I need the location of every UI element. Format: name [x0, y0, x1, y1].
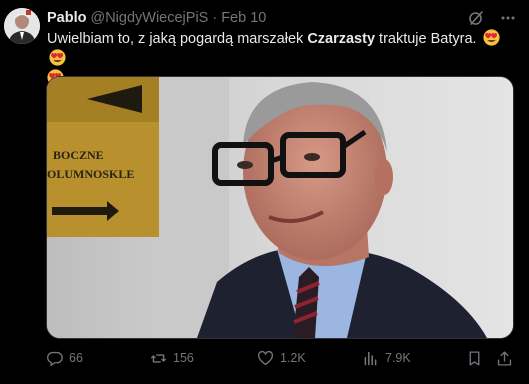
photo-of-man-in-glasses: BOCZNE OLUMNOSKLE [47, 77, 513, 338]
share-button[interactable] [496, 348, 513, 368]
bookmark-button[interactable] [466, 348, 483, 368]
sign-text-line1: BOCZNE [53, 148, 104, 162]
tweet-text-part: traktuje Batyra. [375, 31, 477, 47]
heart-icon [257, 350, 274, 365]
tweet-text-bold: Czarzasty [307, 31, 376, 47]
heart-eyes-emoji-icon [49, 49, 66, 66]
more-options-icon[interactable] [499, 9, 517, 27]
post-date[interactable]: Feb 10 [221, 10, 266, 26]
action-bar: 66 156 1.2K 7.9K [46, 348, 516, 368]
grok-icon[interactable] [467, 9, 485, 27]
reply-button[interactable]: 66 [46, 348, 83, 368]
share-icon [497, 350, 512, 366]
repost-count: 156 [173, 351, 194, 365]
sign-text-line2: OLUMNOSKLE [47, 167, 134, 181]
tweet: Pablo @NigdyWiecejPiS · Feb 10 Uwielbiam… [0, 0, 529, 384]
heart-eyes-emoji-icon [483, 29, 500, 46]
reply-count: 66 [69, 351, 83, 365]
top-actions [467, 9, 517, 27]
analytics-icon [364, 351, 377, 365]
repost-icon [151, 353, 166, 363]
avatar[interactable] [4, 8, 40, 44]
views-button[interactable]: 7.9K [362, 348, 411, 368]
tweet-photo[interactable]: BOCZNE OLUMNOSKLE [46, 76, 514, 339]
repost-button[interactable]: 156 [150, 348, 194, 368]
like-button[interactable]: 1.2K [257, 348, 306, 368]
reply-icon [46, 351, 63, 366]
avatar-image [4, 8, 40, 44]
view-count: 7.9K [385, 351, 411, 365]
separator-dot: · [212, 10, 218, 26]
tweet-text-part: Uwielbiam to, z jaką pogardą marszałek [47, 31, 308, 47]
display-name[interactable]: Pablo [47, 10, 86, 26]
like-count: 1.2K [280, 351, 306, 365]
user-handle[interactable]: @NigdyWiecejPiS [90, 10, 208, 26]
tweet-header: Pablo @NigdyWiecejPiS · Feb 10 [47, 9, 266, 27]
bookmark-icon [469, 350, 480, 366]
